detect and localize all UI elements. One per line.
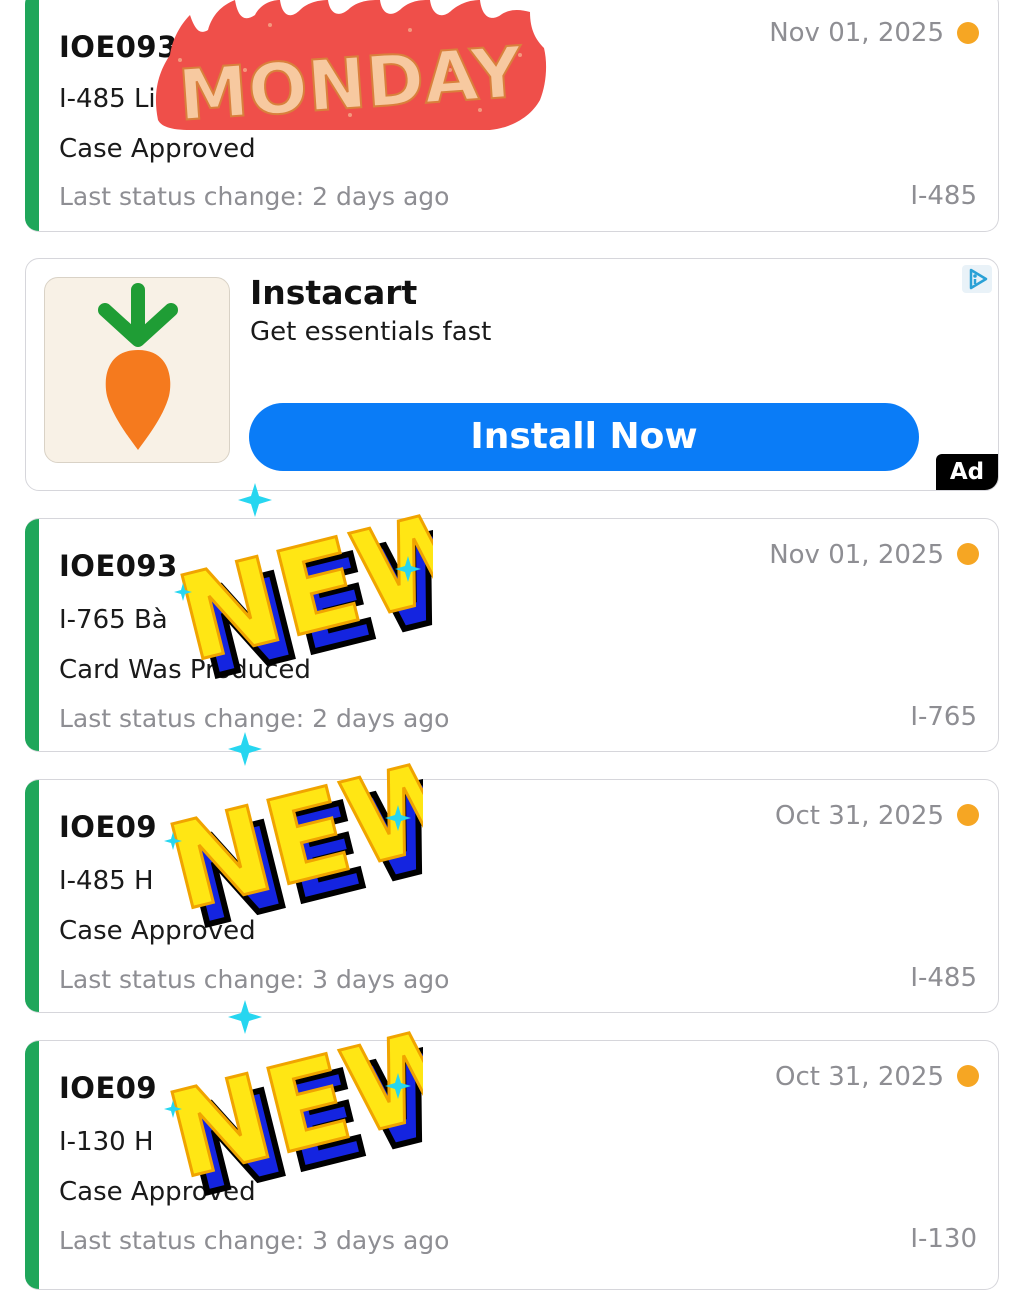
case-date: Oct 31, 2025 — [775, 1062, 944, 1092]
case-status: Case Approved — [59, 134, 256, 164]
receipt-number: IOE093 — [59, 30, 178, 64]
instacart-logo — [44, 277, 230, 463]
ad-subtitle: Get essentials fast — [250, 317, 492, 347]
status-dot — [957, 543, 979, 565]
install-now-button[interactable]: Install Now — [249, 403, 919, 471]
ad-card[interactable]: Instacart Get essentials fast Install No… — [25, 258, 999, 491]
case-form-title: I-485 H — [59, 866, 154, 896]
form-type: I-485 — [910, 963, 977, 993]
case-status-accent — [25, 780, 39, 1012]
last-status-change: Last status change: 2 days ago — [59, 704, 450, 733]
case-card[interactable]: IOE093 I-765 Bà Card Was Produced Last s… — [25, 518, 999, 752]
case-status: Card Was Produced — [59, 655, 311, 685]
ad-badge: Ad — [936, 454, 998, 490]
case-form-title: I-485 Li — [59, 84, 156, 114]
case-date: Nov 01, 2025 — [769, 540, 944, 570]
last-status-change: Last status change: 3 days ago — [59, 965, 450, 994]
form-type: I-485 — [910, 181, 977, 211]
case-status: Case Approved — [59, 916, 256, 946]
carrot-icon — [98, 283, 178, 450]
receipt-number: IOE09 — [59, 1071, 158, 1105]
last-status-change: Last status change: 2 days ago — [59, 182, 450, 211]
case-card[interactable]: IOE093 I-485 Li Case Approved Last statu… — [25, 0, 999, 232]
case-form-title: I-765 Bà — [59, 605, 168, 635]
status-dot — [957, 22, 979, 44]
form-type: I-130 — [910, 1224, 977, 1254]
status-dot — [957, 1065, 979, 1087]
case-date: Oct 31, 2025 — [775, 801, 944, 831]
case-status-accent — [25, 1041, 39, 1289]
case-status-accent — [25, 0, 39, 231]
case-card[interactable]: IOE09 I-130 H Case Approved Last status … — [25, 1040, 999, 1290]
status-dot — [957, 804, 979, 826]
case-form-title: I-130 H — [59, 1127, 154, 1157]
case-date: Nov 01, 2025 — [769, 18, 944, 48]
case-card[interactable]: IOE09 I-485 H Case Approved Last status … — [25, 779, 999, 1013]
ad-choices-icon[interactable] — [962, 265, 992, 293]
last-status-change: Last status change: 3 days ago — [59, 1226, 450, 1255]
case-status: Case Approved — [59, 1177, 256, 1207]
ad-title: Instacart — [250, 273, 418, 312]
form-type: I-765 — [910, 702, 977, 732]
receipt-number: IOE09 — [59, 810, 158, 844]
receipt-number: IOE093 — [59, 549, 178, 583]
case-status-accent — [25, 519, 39, 751]
